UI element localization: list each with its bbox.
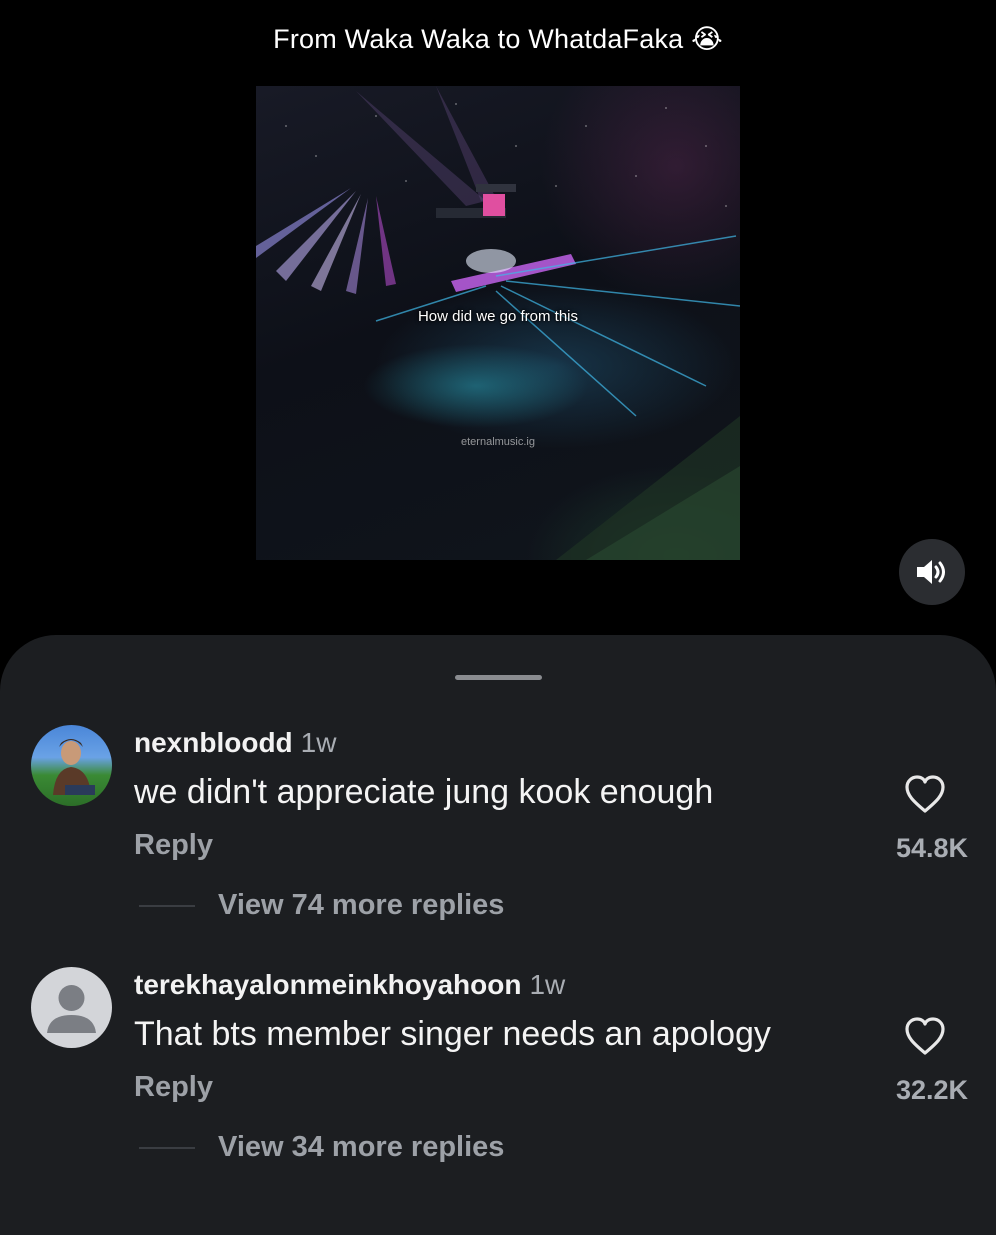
comment-username[interactable]: terekhayalonmeinkhoyahoon 1w [134, 969, 565, 1001]
comments-sheet: nexnbloodd 1w we didn't appreciate jung k… [0, 635, 996, 1235]
comment-text: That bts member singer needs an apology [134, 1015, 771, 1053]
sheet-drag-handle[interactable] [455, 675, 542, 680]
caption-text: From Waka Waka to WhatdaFaka [273, 24, 684, 54]
default-avatar[interactable] [31, 967, 112, 1048]
comment-item: nexnbloodd 1w we didn't appreciate jung k… [0, 725, 996, 925]
avatar-figure [53, 739, 95, 795]
replies-divider [139, 1147, 195, 1149]
comment-text: we didn't appreciate jung kook enough [134, 773, 714, 811]
replies-divider [139, 905, 195, 907]
comment-time: 1w [529, 969, 566, 1000]
comment-username[interactable]: nexnbloodd 1w [134, 727, 336, 759]
video-overlay-text: How did we go from this [417, 308, 579, 325]
like-count: 54.8K [895, 833, 968, 863]
view-more-replies-button[interactable]: View 34 more replies [218, 1131, 504, 1164]
reply-button[interactable]: Reply [134, 1071, 213, 1104]
username-text[interactable]: terekhayalonmeinkhoyahoon [134, 969, 521, 1000]
comment-time: 1w [300, 727, 337, 758]
video-player[interactable]: How did we go from this eternalmusic.ig [256, 86, 740, 560]
person-silhouette-icon [47, 985, 96, 1033]
heart-like-icon[interactable] [903, 773, 947, 815]
speaker-volume-icon [917, 560, 945, 584]
sound-toggle-button[interactable] [899, 539, 965, 605]
comment-item: terekhayalonmeinkhoyahoon 1w That bts mem… [0, 967, 996, 1167]
crying-emoji-icon: 😭 [691, 24, 723, 55]
like-count: 32.2K [895, 1075, 968, 1105]
post-caption: From Waka Waka to WhatdaFaka 😭 [0, 24, 996, 55]
username-text[interactable]: nexnbloodd [134, 727, 293, 758]
reply-button[interactable]: Reply [134, 829, 213, 862]
view-more-replies-button[interactable]: View 74 more replies [218, 889, 504, 922]
user-photo-avatar[interactable] [31, 725, 112, 806]
video-watermark: eternalmusic.ig [461, 436, 535, 448]
heart-like-icon[interactable] [903, 1015, 947, 1057]
